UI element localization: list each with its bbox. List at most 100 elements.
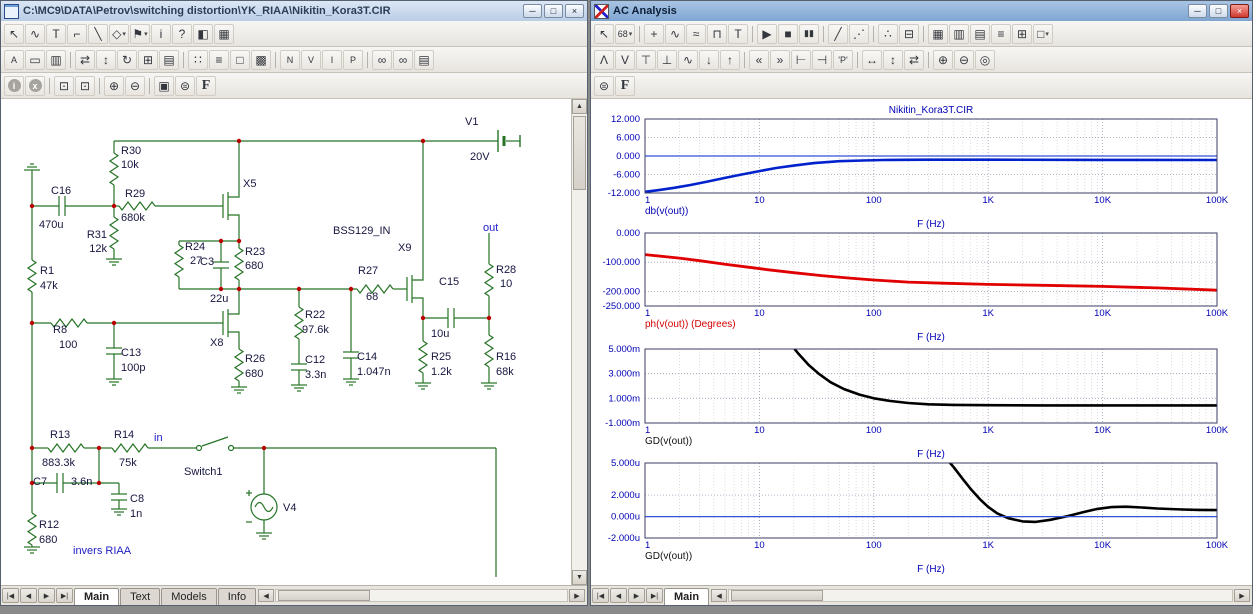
copy-front-page-button[interactable]: ⊡ — [54, 76, 74, 96]
design-rules-button[interactable]: ⊜ — [175, 76, 195, 96]
scroll-left-button[interactable]: ◀ — [258, 589, 274, 602]
valley-button[interactable]: V — [615, 50, 635, 70]
mirror-box-button[interactable]: ▤ — [159, 50, 179, 70]
trace-label[interactable]: GD(v(out)) — [645, 551, 692, 562]
grid-full-button[interactable]: ▦ — [928, 24, 948, 44]
tab-scroll-last-button[interactable]: ▶| — [56, 588, 73, 603]
panel-split-button[interactable]: ⊞ — [1012, 24, 1032, 44]
analysis-titlebar[interactable]: AC Analysis ─ □ × — [591, 1, 1252, 21]
scale-menu-button[interactable]: 68▾ — [615, 24, 635, 44]
close-circle-button[interactable]: x — [25, 76, 45, 96]
trace-label[interactable]: db(v(out)) — [645, 206, 688, 217]
text-attributes-button[interactable]: A — [4, 50, 24, 70]
cursor-mode-button[interactable]: + — [644, 24, 664, 44]
tab-text[interactable]: Text — [120, 588, 160, 605]
border-toggle-button[interactable]: ≡ — [209, 50, 229, 70]
rotate-button[interactable]: ↻ — [117, 50, 137, 70]
maximize-button[interactable]: □ — [1209, 4, 1228, 18]
scroll-track[interactable] — [275, 589, 568, 602]
cursor-right-button[interactable]: » — [770, 50, 790, 70]
waveform-multi-button[interactable]: ≈ — [686, 24, 706, 44]
go-to-branch-button[interactable]: ⇄ — [904, 50, 924, 70]
title-block-toggle-button[interactable]: □ — [230, 50, 250, 70]
close-button[interactable]: × — [565, 4, 584, 18]
performance-tag-button[interactable]: 'P' — [833, 50, 853, 70]
zoom-in-button[interactable]: ⊕ — [104, 76, 124, 96]
horizontal-scrollbar[interactable]: ◀▶ — [711, 589, 1250, 602]
grid-vertical-button[interactable]: ▤ — [970, 24, 990, 44]
tab-scroll-first-button[interactable]: |◀ — [2, 588, 19, 603]
low-button[interactable]: ⊥ — [657, 50, 677, 70]
tokens-button[interactable]: ⊟ — [899, 24, 919, 44]
tab-main[interactable]: Main — [664, 588, 709, 605]
repeat-search-button[interactable]: ∞ — [393, 50, 413, 70]
power-display-button[interactable]: P — [343, 50, 363, 70]
tab-scroll-next-button[interactable]: ▶ — [38, 588, 55, 603]
vertical-scrollbar[interactable]: ▲▼ — [571, 99, 587, 585]
plot-phase-vout[interactable]: 0.000-100.000-200.000-250.0001101001K10K… — [602, 228, 1228, 343]
stop-button[interactable]: ■ — [778, 24, 798, 44]
tab-models[interactable]: Models — [161, 588, 216, 605]
copy-page-button[interactable]: ⊡ — [75, 76, 95, 96]
font-button[interactable]: F — [196, 76, 216, 96]
schematic-canvas[interactable]: V120VR3010kC16470uR29680kR3112kX5R2427C3… — [1, 99, 571, 585]
scope-layout-button[interactable]: □▾ — [1033, 24, 1053, 44]
global-max-button[interactable]: ↑ — [720, 50, 740, 70]
region-box-button[interactable]: ▭ — [25, 50, 45, 70]
scroll-track[interactable] — [572, 114, 587, 570]
analysis-plots[interactable]: 12.0006.0000.000-6.000-12.0001101001K10K… — [591, 99, 1250, 584]
color-menu-button[interactable]: ◧ — [193, 24, 213, 44]
tab-scroll-prev-button[interactable]: ◀ — [610, 588, 627, 603]
scroll-right-button[interactable]: ▶ — [1234, 589, 1250, 602]
zoom-out-button[interactable]: ⊖ — [954, 50, 974, 70]
data-points-button[interactable]: ∴ — [878, 24, 898, 44]
info-mode-button[interactable]: i — [151, 24, 171, 44]
grid-toggle-button[interactable]: ∷ — [188, 50, 208, 70]
schematic-drawing[interactable]: V120VR3010kC16470uR29680kR3112kX5R2427C3… — [1, 99, 571, 584]
maximize-button[interactable]: □ — [544, 4, 563, 18]
flip-horizontal-button[interactable]: ⇄ — [75, 50, 95, 70]
trace-label[interactable]: ph(v(out)) (Degrees) — [645, 319, 736, 330]
tag-horizontal-button[interactable]: ⊢ — [791, 50, 811, 70]
high-button[interactable]: ⊤ — [636, 50, 656, 70]
plot-db-vout[interactable]: 12.0006.0000.000-6.000-12.0001101001K10K… — [608, 105, 1229, 230]
cross-hatch-button[interactable]: ▩ — [251, 50, 271, 70]
solid-line-style-button[interactable]: ╱ — [828, 24, 848, 44]
tab-main[interactable]: Main — [74, 588, 119, 605]
grid-horizontal-button[interactable]: ▥ — [949, 24, 969, 44]
cursor-left-button[interactable]: « — [749, 50, 769, 70]
text-mode-button[interactable]: T — [728, 24, 748, 44]
inflection-button[interactable]: ∿ — [678, 50, 698, 70]
tag-vertical-button[interactable]: ⊣ — [812, 50, 832, 70]
dotted-line-style-button[interactable]: ⋰ — [849, 24, 869, 44]
run-button[interactable]: ▶ — [757, 24, 777, 44]
state-variables-button[interactable]: ⊜ — [594, 76, 614, 96]
help-mode-button[interactable]: ? — [172, 24, 192, 44]
orthogonal-wire-mode-button[interactable]: ⌐ — [67, 24, 87, 44]
waveform-sine-button[interactable]: ∿ — [665, 24, 685, 44]
text-mode-button[interactable]: T — [46, 24, 66, 44]
search-components-button[interactable]: ∞ — [372, 50, 392, 70]
current-display-button[interactable]: I — [322, 50, 342, 70]
tab-info[interactable]: Info — [218, 588, 256, 605]
flag-mode-button[interactable]: ⚑▾ — [130, 24, 150, 44]
tab-scroll-prev-button[interactable]: ◀ — [20, 588, 37, 603]
pause-button[interactable]: ▮▮ — [799, 24, 819, 44]
metafile-view-button[interactable]: ▦ — [214, 24, 234, 44]
picture-box-button[interactable]: ▥ — [46, 50, 66, 70]
select-mode-button[interactable]: ↖ — [4, 24, 24, 44]
font-button[interactable]: F — [615, 76, 635, 96]
wire-mode-button[interactable]: ∿ — [25, 24, 45, 44]
minimize-button[interactable]: ─ — [1188, 4, 1207, 18]
scroll-track[interactable] — [728, 589, 1233, 602]
tab-scroll-last-button[interactable]: ▶| — [646, 588, 663, 603]
node-voltages-button[interactable]: V — [301, 50, 321, 70]
node-numbers-button[interactable]: N — [280, 50, 300, 70]
page-thumbnail-button[interactable]: ▣ — [154, 76, 174, 96]
step-box-button[interactable]: ⊞ — [138, 50, 158, 70]
component-info-button[interactable]: ▤ — [414, 50, 434, 70]
close-button[interactable]: × — [1230, 4, 1249, 18]
zoom-in-button[interactable]: ⊕ — [933, 50, 953, 70]
select-mode-button[interactable]: ↖ — [594, 24, 614, 44]
waveform-pulse-button[interactable]: ⊓ — [707, 24, 727, 44]
